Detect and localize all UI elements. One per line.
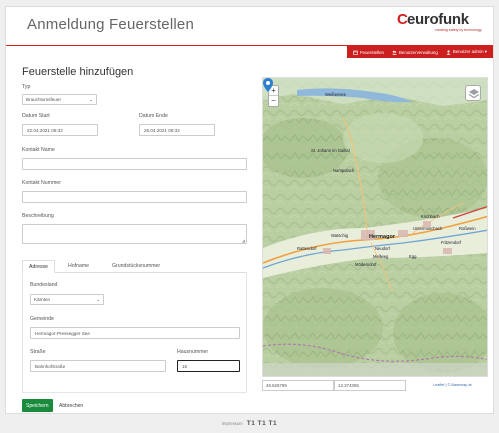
coordinates-bar: 46.626799 13.374306 [262, 380, 406, 391]
gemeinde-label: Gemeinde [30, 316, 54, 322]
footer: Impressum T1 T1 T1 [0, 420, 499, 427]
map-label-fritzendorf: Fritzendorf [441, 240, 462, 245]
map-label-rattendorf: Rattendorf [297, 246, 317, 251]
map-tiles[interactable] [263, 78, 488, 377]
bundesland-select-value: Kärnten [34, 297, 51, 302]
map-label-nampolach: Nampolach [333, 168, 355, 173]
logo-text: eurofunk [407, 11, 469, 28]
gemeinde-input[interactable]: Hermagor-Pressegger See [30, 327, 240, 339]
footer-logos: T1 T1 T1 [246, 420, 278, 427]
bundesland-select[interactable]: Kärnten ⌄ [30, 294, 104, 305]
beschreibung-textarea[interactable]: ◢ [22, 224, 247, 244]
typ-select-value: Brauchtumsfeuer [26, 97, 61, 102]
address-tabs: Adresse Hofname Grundstücksnummer [22, 260, 247, 273]
hausnummer-input[interactable]: 15 [177, 360, 240, 372]
map-label-hermagor: Hermagor [369, 234, 395, 240]
nav-item-label: Benutzer admin ▾ [452, 49, 487, 54]
typ-select[interactable]: Brauchtumsfeuer ⌄ [22, 94, 97, 105]
users-icon [392, 50, 397, 55]
chevron-down-icon: ⌄ [89, 97, 93, 102]
app-window: Anmeldung Feuerstellen C eurofunk creati… [5, 6, 494, 414]
map-label-kirchbach: Kirchbach [421, 214, 440, 219]
hausnummer-label: Hausnummer [177, 349, 209, 355]
kontakt-nummer-input[interactable] [22, 191, 247, 203]
datum-start-label: Datum Start [22, 113, 50, 119]
map-view[interactable]: + − Weißensee St. Johann im Gailtal Namp… [262, 77, 488, 377]
map-attribution[interactable]: Leaflet | © Basemap.at [433, 383, 472, 387]
nav-item-label: Feuerstellen [359, 49, 384, 55]
kontakt-name-input[interactable] [22, 158, 247, 170]
nav-item-label: Benutzerverwaltung [399, 49, 438, 55]
beschreibung-label: Beschreibung [22, 213, 54, 219]
chevron-down-icon: ⌄ [96, 297, 100, 302]
tab-grundstuecksnummer[interactable]: Grundstücksnummer [106, 260, 166, 273]
datum-start-input[interactable]: 22.04.2021 08:32 [22, 124, 98, 136]
kontakt-name-label: Kontakt Name [22, 147, 55, 153]
map-label-moderndorf: Möderndorf [355, 262, 377, 267]
nav-item-feuerstellen[interactable]: Feuerstellen [353, 50, 384, 55]
layers-icon [468, 89, 480, 99]
datum-ende-input[interactable]: 26.04.2021 08:32 [139, 124, 215, 136]
longitude-field[interactable]: 13.374306 [334, 380, 406, 391]
resize-handle-icon[interactable]: ◢ [242, 238, 245, 243]
map-label-weissensee: Weißensee [325, 92, 347, 97]
cancel-button[interactable]: Abbrechen [55, 399, 87, 412]
map-label-watschig: Watschig [331, 233, 349, 238]
map-label-st-johann: St. Johann im Gailtal [311, 148, 350, 153]
map-label-untermoschach: Untermoschach [413, 226, 443, 231]
logo-tagline: creating safety by technology [435, 28, 482, 32]
fire-icon [353, 50, 358, 55]
navbar-menu: Feuerstellen Benutzerverwaltung Benutzer… [346, 46, 493, 58]
eurofunk-logo[interactable]: C eurofunk creating safety by technology [397, 11, 482, 37]
datum-ende-label: Datum Ende [139, 113, 168, 119]
layers-button[interactable] [465, 85, 481, 101]
user-icon [446, 49, 451, 55]
latitude-field[interactable]: 46.626799 [262, 380, 334, 391]
map-label-egg: Egg [409, 254, 417, 259]
zoom-out-button[interactable]: − [269, 96, 278, 106]
save-button[interactable]: Speichern [22, 399, 53, 412]
app-title: Anmeldung Feuerstellen [27, 16, 194, 33]
bundesland-label: Bundesland [30, 282, 58, 288]
kontakt-nummer-label: Kontakt Nummer [22, 180, 61, 186]
map-label-rosswein: Roßwein [459, 226, 476, 231]
location-pin-icon[interactable] [263, 78, 273, 92]
strasse-label: Straße [30, 349, 46, 355]
tab-hofname[interactable]: Hofname [62, 260, 95, 273]
header: Anmeldung Feuerstellen C eurofunk creati… [6, 7, 493, 45]
map-label-neudorf: Neudorf [375, 246, 390, 251]
map-label-mellweg: Mellweg [373, 254, 389, 259]
typ-label: Typ [22, 84, 31, 90]
impressum-link[interactable]: Impressum [222, 421, 243, 426]
nav-item-benutzerverwaltung[interactable]: Benutzerverwaltung [392, 50, 438, 55]
strasse-input[interactable]: Bahnhofstraße [30, 360, 166, 372]
navbar: Feuerstellen Benutzerverwaltung Benutzer… [6, 45, 493, 58]
tab-adresse[interactable]: Adresse [22, 260, 56, 273]
page-title: Feuerstelle hinzufügen [22, 66, 134, 78]
nav-item-user-menu[interactable]: Benutzer admin ▾ [446, 49, 487, 55]
